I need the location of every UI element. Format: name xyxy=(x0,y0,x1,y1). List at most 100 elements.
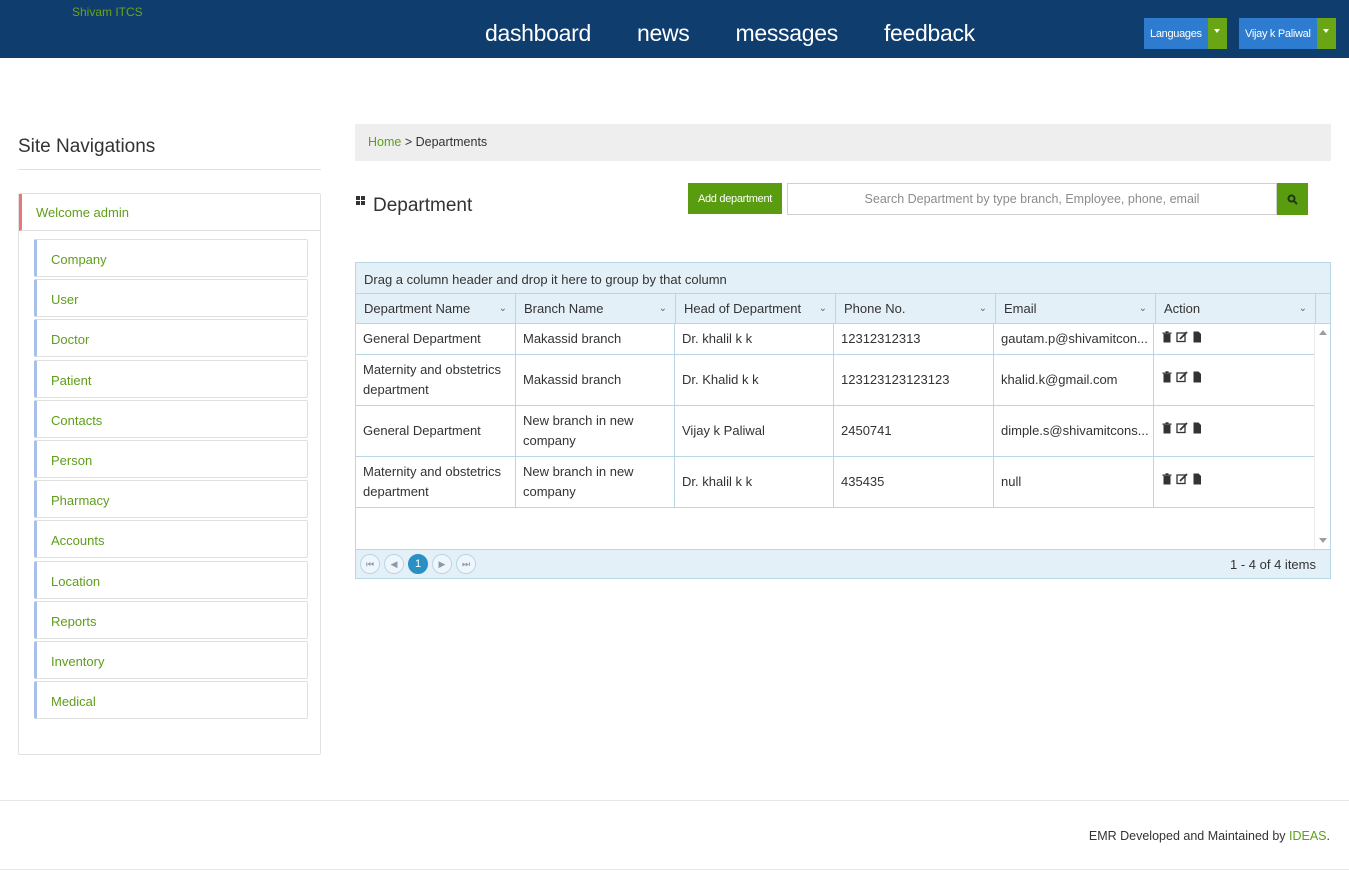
sidebar-nav-list: Company User Doctor Patient Contacts Per… xyxy=(34,239,308,721)
column-header-branch-name[interactable]: Branch Name ⌄ xyxy=(516,294,676,323)
add-department-button[interactable]: Add department xyxy=(688,183,782,214)
chevron-down-icon[interactable]: ⌄ xyxy=(659,303,667,314)
scroll-up-icon[interactable] xyxy=(1319,330,1327,335)
page-title: Department xyxy=(373,195,473,216)
group-drop-area[interactable]: Drag a column header and drop it here to… xyxy=(356,263,1330,294)
column-header-head-of-department[interactable]: Head of Department ⌄ xyxy=(676,294,836,323)
cell-head: Vijay k Paliwal xyxy=(675,406,834,456)
footer-period: . xyxy=(1326,829,1330,843)
footer: EMR Developed and Maintained by IDEAS. xyxy=(1089,829,1330,843)
nav-dashboard[interactable]: dashboard xyxy=(485,20,591,47)
footer-bottom-divider xyxy=(0,869,1349,870)
delete-icon[interactable] xyxy=(1161,473,1173,485)
table-row[interactable]: Maternity and obstetrics department New … xyxy=(356,457,1330,508)
cell-head: Dr. khalil k k xyxy=(675,457,834,507)
sidebar-item-patient[interactable]: Patient xyxy=(34,359,308,398)
sidebar-item-doctor[interactable]: Doctor xyxy=(34,319,308,358)
column-header-phone[interactable]: Phone No. ⌄ xyxy=(836,294,996,323)
nav-news[interactable]: news xyxy=(637,20,690,47)
cell-branch: New branch in new company xyxy=(516,457,675,507)
grid-body: General Department Makassid branch Dr. k… xyxy=(356,324,1330,549)
main-nav: dashboard news messages feedback xyxy=(485,20,1021,47)
page-1-button[interactable]: 1 xyxy=(408,554,428,574)
column-header-action[interactable]: Action ⌄ xyxy=(1156,294,1316,323)
grid-header-row: Department Name ⌄ Branch Name ⌄ Head of De… xyxy=(356,294,1330,324)
sidebar-item-medical[interactable]: Medical xyxy=(34,681,308,720)
cell-department: General Department xyxy=(356,324,516,354)
cell-phone: 435435 xyxy=(834,457,994,507)
chevron-down-icon[interactable]: ⌄ xyxy=(1299,303,1307,314)
column-title: Action xyxy=(1164,301,1201,316)
document-icon[interactable] xyxy=(1191,473,1203,485)
cell-branch: Makassid branch xyxy=(516,324,675,354)
first-page-icon[interactable]: ⏮ xyxy=(360,554,380,574)
vertical-scrollbar[interactable] xyxy=(1314,324,1330,549)
search-icon xyxy=(1287,194,1298,205)
welcome-admin[interactable]: Welcome admin xyxy=(19,194,320,231)
chevron-down-icon[interactable]: ⌄ xyxy=(499,303,507,314)
sidebar-title: Site Navigations xyxy=(18,136,156,157)
languages-dropdown[interactable]: Languages xyxy=(1144,18,1227,49)
cell-department: Maternity and obstetrics department xyxy=(356,457,516,507)
chevron-down-icon[interactable]: ⌄ xyxy=(979,303,987,314)
nav-feedback[interactable]: feedback xyxy=(884,20,975,47)
sidebar-item-reports[interactable]: Reports xyxy=(34,600,308,639)
breadcrumb-home[interactable]: Home xyxy=(368,135,401,149)
cell-email: khalid.k@gmail.com xyxy=(994,355,1154,405)
cell-email: null xyxy=(994,457,1154,507)
column-header-department-name[interactable]: Department Name ⌄ xyxy=(356,294,516,323)
breadcrumb-current: Departments xyxy=(415,135,488,149)
footer-ideas-link[interactable]: IDEAS xyxy=(1289,829,1327,843)
breadcrumb: Home > Departments xyxy=(355,124,1331,161)
edit-icon[interactable] xyxy=(1176,371,1188,383)
cell-head: Dr. khalil k k xyxy=(675,324,834,354)
table-row[interactable]: General Department Makassid branch Dr. k… xyxy=(356,324,1330,355)
chevron-down-icon[interactable]: ⌄ xyxy=(819,303,827,314)
table-row[interactable]: Maternity and obstetrics department Maka… xyxy=(356,355,1330,406)
sidebar-item-pharmacy[interactable]: Pharmacy xyxy=(34,480,308,519)
cell-head: Dr. Khalid k k xyxy=(675,355,834,405)
cell-phone: 2450741 xyxy=(834,406,994,456)
column-header-email[interactable]: Email ⌄ xyxy=(996,294,1156,323)
sidebar-item-location[interactable]: Location xyxy=(34,560,308,599)
cell-action xyxy=(1154,324,1314,354)
chevron-down-icon[interactable] xyxy=(1207,18,1227,49)
column-title: Branch Name xyxy=(524,301,604,316)
pager-info: 1 - 4 of 4 items xyxy=(1230,557,1316,572)
next-page-icon[interactable]: ▶ xyxy=(432,554,452,574)
nav-messages[interactable]: messages xyxy=(736,20,839,47)
delete-icon[interactable] xyxy=(1161,422,1173,434)
column-title: Department Name xyxy=(364,301,471,316)
chevron-down-icon[interactable]: ⌄ xyxy=(1139,303,1147,314)
search-input[interactable] xyxy=(787,183,1277,215)
chevron-down-icon[interactable] xyxy=(1316,18,1336,49)
search-button[interactable] xyxy=(1277,183,1308,215)
department-grid: Drag a column header and drop it here to… xyxy=(355,262,1331,579)
sidebar-item-accounts[interactable]: Accounts xyxy=(34,520,308,559)
cell-department: General Department xyxy=(356,406,516,456)
cell-department: Maternity and obstetrics department xyxy=(356,355,516,405)
document-icon[interactable] xyxy=(1191,371,1203,383)
cell-action xyxy=(1154,457,1314,507)
sidebar-item-company[interactable]: Company xyxy=(34,239,308,277)
edit-icon[interactable] xyxy=(1176,422,1188,434)
scroll-down-icon[interactable] xyxy=(1319,538,1327,543)
sidebar-item-inventory[interactable]: Inventory xyxy=(34,640,308,679)
delete-icon[interactable] xyxy=(1161,331,1173,343)
user-dropdown[interactable]: Vijay k Paliwal xyxy=(1239,18,1336,49)
cell-action xyxy=(1154,355,1314,405)
previous-page-icon[interactable]: ◀ xyxy=(384,554,404,574)
sidebar-item-contacts[interactable]: Contacts xyxy=(34,399,308,438)
delete-icon[interactable] xyxy=(1161,371,1173,383)
document-icon[interactable] xyxy=(1191,331,1203,343)
edit-icon[interactable] xyxy=(1176,331,1188,343)
languages-label: Languages xyxy=(1144,18,1208,49)
column-title: Head of Department xyxy=(684,301,802,316)
sidebar-item-user[interactable]: User xyxy=(34,279,308,318)
sidebar-item-person[interactable]: Person xyxy=(34,439,308,478)
brand-logo[interactable]: Shivam ITCS xyxy=(72,5,143,19)
document-icon[interactable] xyxy=(1191,422,1203,434)
last-page-icon[interactable]: ⏭ xyxy=(456,554,476,574)
table-row[interactable]: General Department New branch in new com… xyxy=(356,406,1330,457)
edit-icon[interactable] xyxy=(1176,473,1188,485)
